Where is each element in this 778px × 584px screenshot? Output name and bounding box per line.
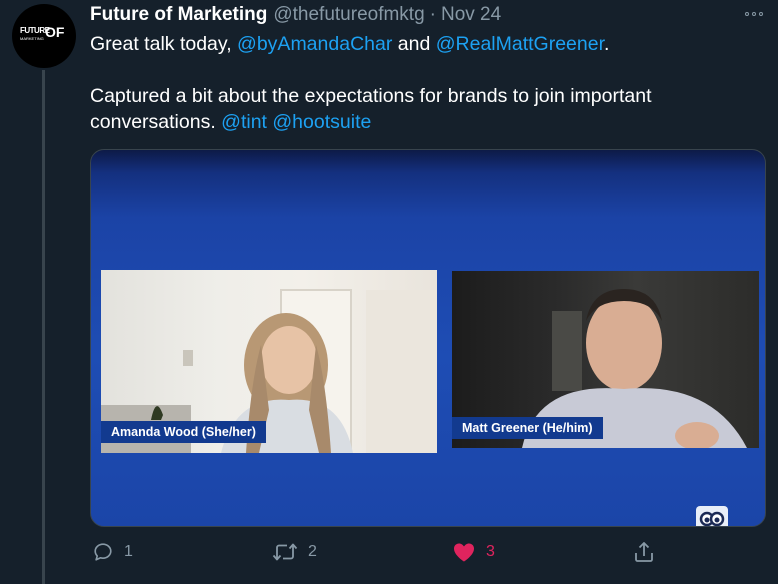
tweet-actions: 1 2 3	[0, 541, 778, 571]
avatar[interactable]: FUTURE MARKETING OF	[12, 4, 76, 68]
like-button[interactable]: 3	[452, 541, 495, 563]
hootsuite-owl-icon	[696, 506, 728, 526]
participant-label-matt: Matt Greener (He/him)	[452, 417, 603, 439]
reply-count: 1	[124, 543, 133, 560]
heart-icon	[454, 543, 474, 562]
mention-hootsuite[interactable]: @hootsuite	[272, 111, 371, 133]
tweet-text-line-3: conversations. @tint @hootsuite	[90, 111, 372, 133]
like-count: 3	[486, 543, 495, 560]
tweet-media-image[interactable]: Amanda Wood (She/her) Matt Greener (He/h…	[90, 149, 766, 527]
mention-byamandachar[interactable]: @byAmandaChar	[237, 33, 392, 55]
author-name[interactable]: Future of Marketing	[90, 4, 267, 26]
reply-icon	[94, 543, 112, 561]
participant-label-amanda: Amanda Wood (She/her)	[101, 421, 266, 443]
separator: ·	[429, 4, 436, 25]
retweet-count: 2	[308, 543, 317, 560]
author-handle[interactable]: @thefutureofmktg	[273, 4, 424, 26]
tweet-text-line-1: Great talk today, @byAmandaChar and @Rea…	[90, 33, 610, 55]
mention-tint[interactable]: @tint	[221, 111, 267, 133]
reply-button[interactable]: 1	[92, 541, 133, 563]
mention-realmattgreener[interactable]: @RealMattGreener	[436, 33, 604, 55]
tweet-date[interactable]: Nov 24	[441, 4, 501, 26]
video-tile-amanda: Amanda Wood (She/her)	[101, 270, 437, 453]
retweet-button[interactable]: 2	[272, 541, 317, 563]
tweet-text-line-2: Captured a bit about the expectations fo…	[90, 85, 652, 107]
retweet-icon	[272, 543, 298, 561]
share-button[interactable]	[633, 541, 655, 563]
more-icon[interactable]	[740, 8, 768, 20]
share-icon	[635, 542, 653, 562]
tweet-header: Future of Marketing @thefutureofmktg · N…	[90, 4, 501, 28]
brand-logo: FUTURE MARKETING OF	[20, 24, 65, 41]
video-tile-matt: Matt Greener (He/him)	[452, 271, 759, 448]
thread-line	[42, 70, 45, 584]
